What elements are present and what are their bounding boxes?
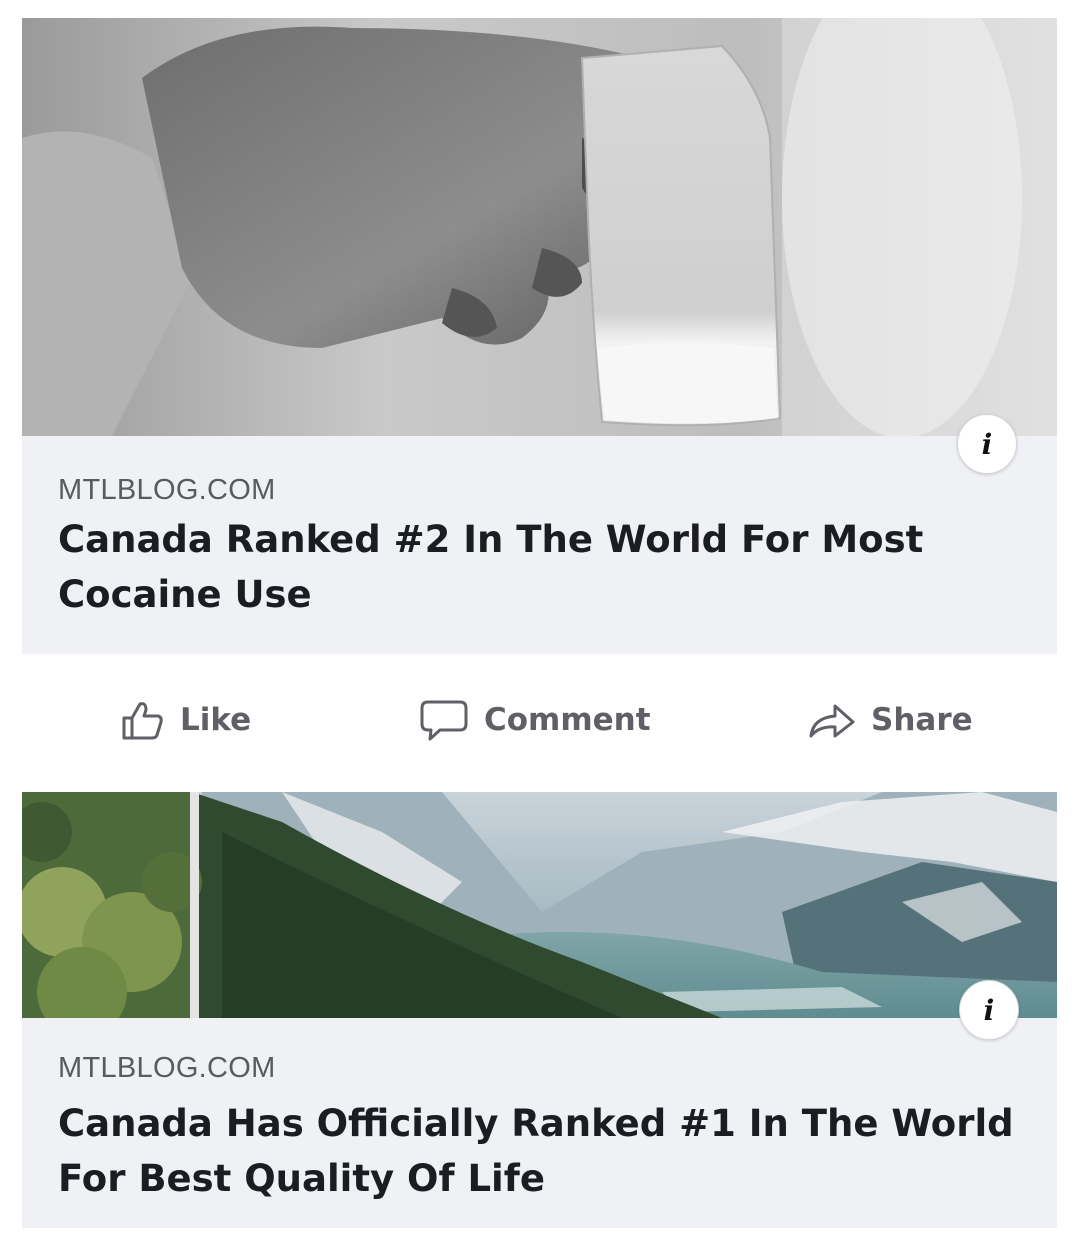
info-icon[interactable]: i [957, 414, 1017, 474]
comment-label: Comment [484, 702, 651, 738]
article-headline[interactable]: Canada Has Officially Ranked #1 In The W… [58, 1096, 1018, 1206]
like-button[interactable]: Like [118, 670, 251, 770]
link-preview-card-2[interactable]: i MTLBLOG.COM Canada Has Officially Rank… [22, 792, 1057, 1228]
share-arrow-icon [809, 704, 855, 738]
comment-button[interactable]: Comment [418, 670, 651, 770]
post-actions-bar: Like Comment Share [0, 670, 1080, 770]
article-headline[interactable]: Canada Ranked #2 In The World For Most C… [58, 512, 1018, 622]
article-image-1[interactable] [22, 18, 1057, 436]
comment-icon [420, 700, 468, 741]
article-source: MTLBLOG.COM [58, 474, 276, 506]
share-button[interactable]: Share [805, 670, 973, 770]
link-preview-card-1[interactable]: i MTLBLOG.COM Canada Ranked #2 In The Wo… [22, 18, 1057, 654]
thumbs-up-icon [122, 702, 163, 740]
share-label: Share [871, 702, 973, 738]
article-image-2[interactable] [22, 792, 1057, 1018]
info-icon[interactable]: i [959, 980, 1019, 1040]
article-source: MTLBLOG.COM [58, 1052, 276, 1084]
like-label: Like [180, 702, 252, 738]
